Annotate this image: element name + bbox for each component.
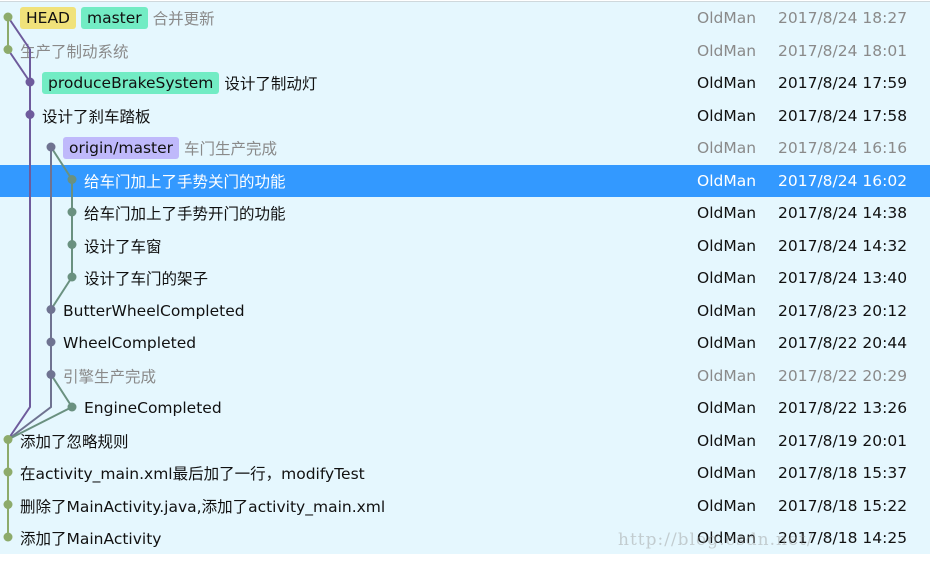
- commit-message: WheelCompleted: [63, 334, 197, 352]
- commit-date: 2017/8/24 14:32: [778, 236, 908, 255]
- commit-row[interactable]: 设计了刹车踏板 OldMan 2017/8/24 17:58: [0, 100, 930, 132]
- commit-date: 2017/8/24 18:01: [778, 41, 908, 60]
- commit-row[interactable]: 生产了制动系统 OldMan 2017/8/24 18:01: [0, 35, 930, 67]
- commit-message: 设计了制动灯: [224, 75, 318, 93]
- commit-message: ButterWheelCompleted: [63, 301, 245, 320]
- commit-message: 合并更新: [152, 10, 215, 28]
- commit-message-area: 设计了车窗: [84, 230, 162, 262]
- commit-message-area: 给车门加上了手势开门的功能: [84, 197, 286, 229]
- commit-date: 2017/8/24 13:40: [778, 269, 908, 287]
- commit-date: 2017/8/19 20:01: [778, 431, 908, 450]
- commit-date: 2017/8/22 13:26: [778, 399, 908, 417]
- commit-message: 设计了车窗: [84, 237, 162, 256]
- commit-message-area: 删除了MainActivity.java,添加了activity_main.xm…: [20, 490, 385, 522]
- commit-date: 2017/8/18 15:22: [778, 496, 908, 515]
- commit-author: OldMan: [697, 106, 757, 125]
- commit-row[interactable]: 添加了忽略规则 OldMan 2017/8/19 20:01: [0, 425, 930, 457]
- commit-message: 给车门加上了手势开门的功能: [84, 205, 286, 223]
- commit-message: 在activity_main.xml最后加了一行，modifyTest: [20, 465, 365, 483]
- commit-row[interactable]: 删除了MainActivity.java,添加了activity_main.xm…: [0, 490, 930, 522]
- commit-author: OldMan: [697, 269, 757, 287]
- commit-author: OldMan: [697, 431, 757, 450]
- commit-message: 生产了制动系统: [20, 42, 129, 61]
- commit-message-area: 设计了刹车踏板: [42, 100, 151, 132]
- commit-date: 2017/8/24 17:59: [778, 74, 908, 92]
- commit-date: 2017/8/22 20:29: [778, 366, 908, 385]
- commit-row[interactable]: origin/master 车门生产完成 OldMan 2017/8/24 16:16: [0, 132, 930, 164]
- commit-message-area: 添加了MainActivity: [20, 522, 161, 554]
- commit-date: 2017/8/24 16:02: [778, 171, 908, 190]
- commit-row[interactable]: 设计了车窗 OldMan 2017/8/24 14:32: [0, 230, 930, 262]
- commit-row[interactable]: 设计了车门的架子 OldMan 2017/8/24 13:40: [0, 262, 930, 294]
- commit-message-area: 设计了车门的架子: [84, 262, 208, 294]
- commit-message: 车门生产完成: [184, 140, 278, 158]
- commit-log: HEAD master 合并更新 OldMan 2017/8/24 18:27 生产了制动…: [0, 1, 930, 554]
- commit-message-area: 引擎生产完成: [63, 360, 156, 392]
- commit-message: 添加了忽略规则: [20, 432, 129, 451]
- branch-tag[interactable]: origin/master: [63, 137, 180, 159]
- commit-message-area: ButterWheelCompleted: [63, 295, 245, 327]
- commit-message-area: HEAD master 合并更新: [20, 2, 215, 34]
- commit-message-area: produceBrakeSystem 设计了制动灯: [42, 67, 317, 99]
- commit-author: OldMan: [697, 236, 757, 255]
- commit-date: 2017/8/22 20:44: [778, 334, 908, 352]
- commit-date: 2017/8/24 17:58: [778, 106, 908, 125]
- commit-row[interactable]: HEAD master 合并更新 OldMan 2017/8/24 18:27: [0, 2, 930, 34]
- commit-author: OldMan: [697, 496, 757, 515]
- commit-row[interactable]: 引擎生产完成 OldMan 2017/8/22 20:29: [0, 360, 930, 392]
- commit-date: 2017/8/18 15:37: [778, 464, 908, 482]
- commit-message-area: 给车门加上了手势关门的功能: [84, 165, 286, 197]
- commit-row[interactable]: WheelCompleted OldMan 2017/8/22 20:44: [0, 327, 930, 359]
- branch-tag[interactable]: produceBrakeSystem: [42, 72, 220, 94]
- commit-row[interactable]: EngineCompleted OldMan 2017/8/22 13:26: [0, 392, 930, 424]
- commit-message: 设计了刹车踏板: [42, 107, 151, 126]
- commit-author: OldMan: [697, 464, 757, 482]
- commit-author: OldMan: [697, 334, 757, 352]
- commit-row[interactable]: 给车门加上了手势开门的功能 OldMan 2017/8/24 14:38: [0, 197, 930, 229]
- commit-author: OldMan: [697, 171, 757, 190]
- commit-date: 2017/8/23 20:12: [778, 301, 908, 320]
- commit-message: 设计了车门的架子: [84, 270, 209, 288]
- commit-row[interactable]: ButterWheelCompleted OldMan 2017/8/23 20:1…: [0, 295, 930, 327]
- commit-author: OldMan: [697, 41, 757, 60]
- commit-message: 删除了MainActivity.java,添加了activity_main.xm…: [20, 497, 386, 516]
- commit-message: 给车门加上了手势关门的功能: [84, 172, 286, 191]
- commit-message: 引擎生产完成: [63, 367, 157, 386]
- commit-message: 添加了MainActivity: [20, 530, 162, 548]
- commit-message-area: 在activity_main.xml最后加了一行，modifyTest: [20, 457, 365, 489]
- commit-message-area: EngineCompleted: [84, 392, 222, 424]
- commit-author: OldMan: [697, 301, 757, 320]
- commit-row[interactable]: 给车门加上了手势关门的功能 OldMan 2017/8/24 16:02: [0, 164, 930, 197]
- commit-message-area: 添加了忽略规则: [20, 425, 129, 457]
- commit-author: OldMan: [697, 399, 757, 417]
- commit-author: OldMan: [697, 9, 757, 27]
- branch-tag[interactable]: HEAD: [20, 7, 76, 29]
- watermark: http://blog.csdn.net/: [618, 530, 814, 550]
- commit-message-area: 生产了制动系统: [20, 35, 129, 67]
- commit-author: OldMan: [697, 74, 757, 92]
- commit-row[interactable]: 在activity_main.xml最后加了一行，modifyTest OldMa…: [0, 457, 930, 489]
- commit-row[interactable]: produceBrakeSystem 设计了制动灯 OldMan 2017/8/24 …: [0, 67, 930, 99]
- commit-message-area: origin/master 车门生产完成: [63, 132, 277, 164]
- commit-date: 2017/8/24 14:38: [778, 204, 908, 222]
- commit-date: 2017/8/24 16:16: [778, 139, 908, 157]
- commit-author: OldMan: [697, 139, 757, 157]
- branch-tag[interactable]: master: [81, 7, 148, 29]
- commit-message-area: WheelCompleted: [63, 327, 196, 359]
- commit-date: 2017/8/24 18:27: [778, 9, 908, 27]
- commit-author: OldMan: [697, 366, 757, 385]
- commit-message: EngineCompleted: [84, 399, 222, 417]
- commit-author: OldMan: [697, 204, 757, 222]
